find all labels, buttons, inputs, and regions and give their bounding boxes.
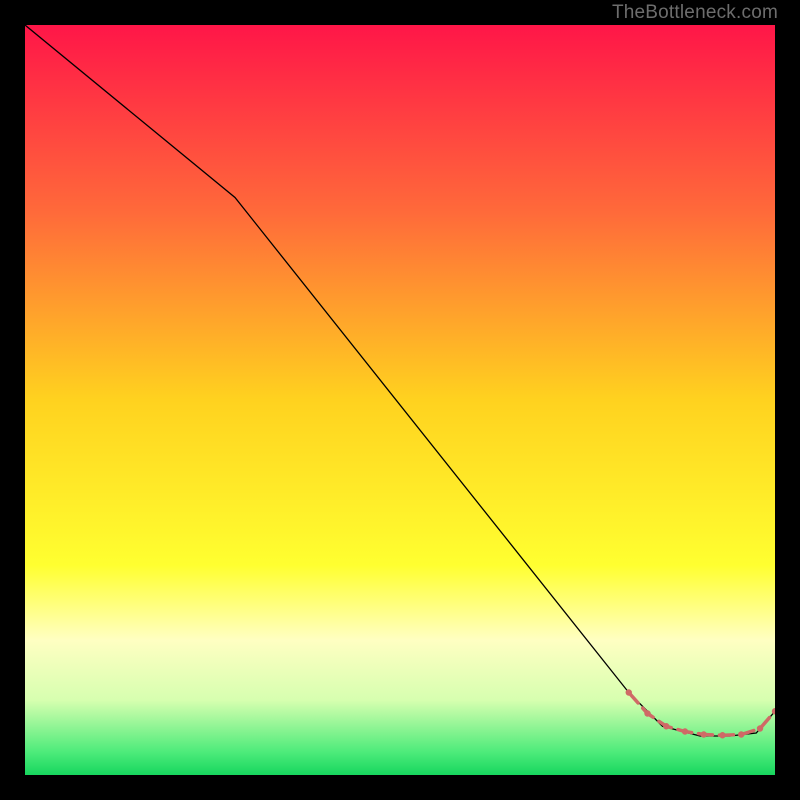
series-marker-track-point — [682, 728, 688, 734]
series-marker-track-point — [701, 731, 707, 737]
series-marker-track-point — [644, 710, 650, 716]
chart-plot-area — [25, 25, 775, 775]
series-marker-track-point — [719, 732, 725, 738]
series-marker-track-point — [738, 731, 744, 737]
watermark-text: TheBottleneck.com — [612, 2, 778, 24]
chart-frame: TheBottleneck.com — [0, 0, 800, 800]
series-marker-track-point — [626, 689, 632, 695]
series-marker-track-point — [757, 725, 763, 731]
series-marker-track-point — [663, 723, 669, 729]
chart-svg — [25, 25, 775, 775]
gradient-background — [25, 25, 775, 775]
